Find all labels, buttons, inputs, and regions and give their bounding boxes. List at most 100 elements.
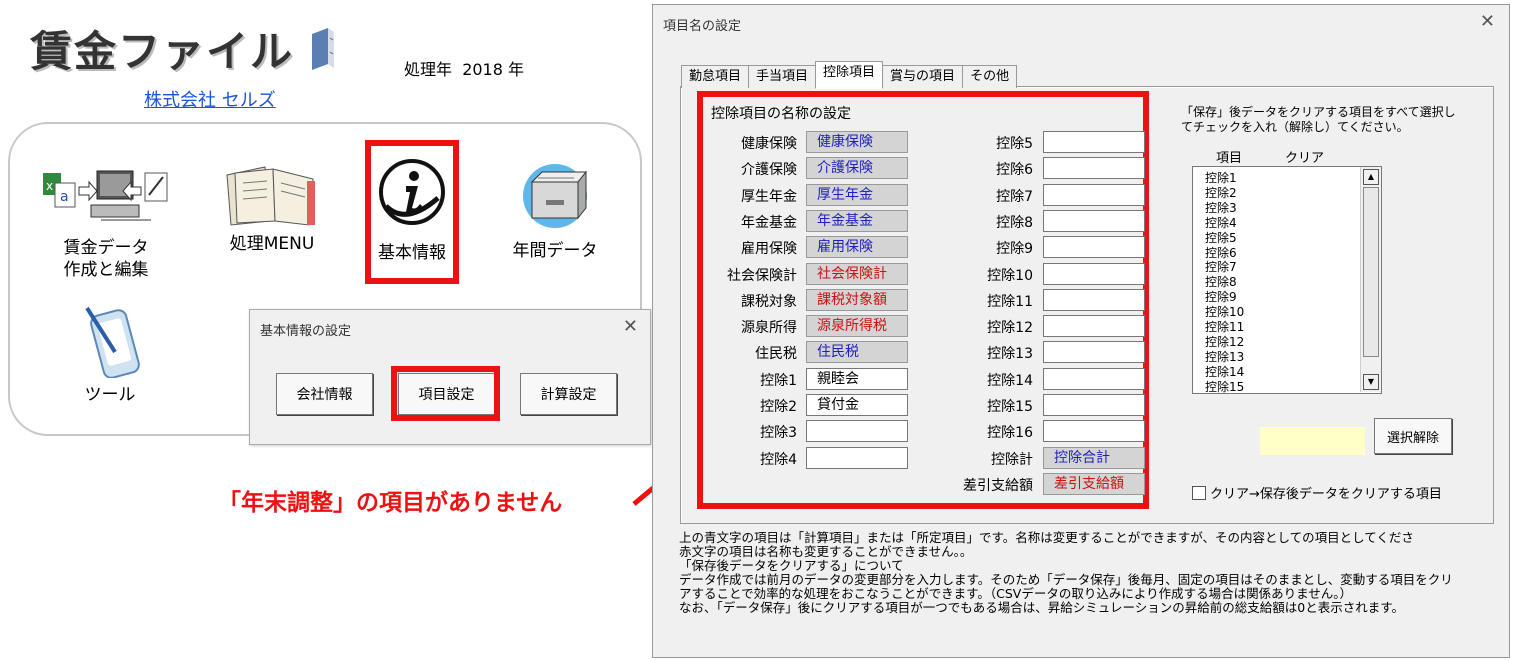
field-label: 介護保険 [741,162,797,179]
field-label: 控除1 [760,372,797,389]
pen-tablet-icon [85,306,140,378]
book-icon [312,28,334,70]
name-input[interactable] [806,420,908,443]
deselect-button[interactable]: 選択解除 [1374,418,1452,454]
scroll-up-icon[interactable]: ▲ [1363,169,1379,185]
menu-wage-data[interactable]: x a 賃金データ 作成と編集 [36,165,176,281]
tab-other[interactable]: その他 [962,65,1018,88]
list-item[interactable]: 控除1 [1205,171,1237,186]
field-label: 控除13 [987,346,1033,363]
name-readonly-field: 健康保険 [806,131,908,153]
name-input[interactable] [1043,394,1145,416]
list-item[interactable]: 控除4 [1205,216,1237,231]
item-name-dialog-title: 項目名の設定 [663,19,742,34]
list-item[interactable]: 控除10 [1205,305,1244,320]
list-header-clear: クリア [1285,151,1325,166]
field-label: 源泉所得 [741,320,797,337]
file-cabinet-icon [523,164,588,228]
clear-checkbox-label: クリア→保存後データをクリアする項目 [1210,487,1442,502]
processing-year: 処理年 2018 年 [404,56,524,80]
tab-strip: 勤怠項目 手当項目 控除項目 賞与の項目 その他 [681,61,1018,89]
scroll-down-icon[interactable]: ▼ [1363,374,1379,390]
list-item[interactable]: 控除6 [1205,246,1237,261]
name-input[interactable] [1043,131,1145,153]
menu-annual-data[interactable]: 年間データ [500,160,610,262]
group-title: 控除項目の名称の設定 [711,106,851,122]
list-item[interactable]: 控除9 [1205,290,1237,305]
name-input[interactable] [1043,420,1145,443]
name-readonly-field: 課税対象額 [806,288,908,311]
field-label: 控除14 [987,372,1033,389]
name-input[interactable] [1043,367,1145,390]
menu-annual-data-label: 年間データ [512,241,598,261]
field-label: 社会保険計 [727,267,797,284]
company-info-button[interactable]: 会社情報 [276,373,373,415]
name-input[interactable]: 親睦会 [806,367,908,390]
list-item[interactable]: 控除5 [1205,231,1237,246]
clear-item-list[interactable]: 控除1 控除2 控除3 控除4 控除5 控除6 控除7 控除8 控除9 控除10 控除11 控除12 控… [1192,166,1382,394]
list-item[interactable]: 控除2 [1205,186,1237,201]
list-item[interactable]: 控除3 [1205,201,1237,216]
app-title: 賃金ファイル [30,27,295,76]
note-line: データ作成では前月のデータの変更部分を入力します。そのため「データ保存」後毎月、… [679,572,1453,587]
close-icon[interactable]: ✕ [623,316,638,337]
list-item[interactable]: 控除15 [1205,380,1244,393]
checkbox-icon[interactable] [1192,485,1206,500]
menu-tools-label: ツール [84,385,136,405]
list-item[interactable]: 控除13 [1205,350,1244,365]
tab-attendance[interactable]: 勤怠項目 [681,65,750,88]
annotation-callout: 「年末調整」の項目がありません [218,490,563,516]
note-line: 上の青文字の項目は「計算項目」または「所定項目」です。名称は変更することができま… [679,530,1414,545]
field-label: 健康保険 [741,136,797,152]
name-input[interactable] [1043,157,1145,180]
list-item[interactable]: 控除8 [1205,275,1237,290]
name-input[interactable]: 貸付金 [806,394,908,416]
list-item[interactable]: 控除12 [1205,335,1244,350]
menu-processing[interactable]: 処理MENU [212,165,332,255]
name-readonly-field: 雇用保険 [806,236,908,259]
field-label: 控除計 [991,451,1033,468]
field-label: 控除12 [987,320,1033,337]
menu-tools[interactable]: ツール [62,302,158,406]
name-input[interactable] [806,446,908,469]
name-input[interactable] [1043,262,1145,285]
list-item[interactable]: 控除14 [1205,365,1244,380]
clear-checkbox[interactable]: クリア→保存後データをクリアする項目 [1192,483,1442,502]
field-label: 控除2 [760,399,797,415]
name-input[interactable] [1043,315,1145,338]
menu-processing-label: 処理MENU [229,234,315,254]
field-label: 控除6 [996,162,1033,179]
name-input[interactable] [1043,209,1145,232]
list-item[interactable]: 控除7 [1205,260,1237,275]
close-icon[interactable]: ✕ [1480,11,1495,32]
field-label: 控除3 [760,425,797,442]
list-scrollbar[interactable]: ▲ ▼ [1360,167,1381,392]
tab-bonus[interactable]: 賞与の項目 [882,65,964,88]
field-label: 住民税 [755,346,797,363]
basic-info-highlight [365,140,459,284]
name-input[interactable] [1043,288,1145,311]
name-readonly-field: 差引支給額 [1043,472,1145,495]
name-input[interactable] [1043,341,1145,364]
field-label: 控除4 [760,451,797,468]
field-label: 雇用保険 [741,241,797,258]
svg-text:a: a [60,189,69,205]
company-link[interactable]: 株式会社 セルズ [144,86,276,112]
clear-instruction: 「保存」後データをクリアする項目をすべて選択してチェックを入れ（解除し）てくださ… [1181,105,1456,134]
list-item[interactable]: 控除11 [1205,320,1244,335]
note-line: なお、「データ保存」後にクリアする項目が一つでもある場合は、昇給シミュレーション… [679,600,1404,615]
name-readonly-field: 厚生年金 [806,183,908,206]
scroll-thumb[interactable] [1363,187,1379,357]
field-label: 控除5 [996,136,1033,152]
tab-deduction[interactable]: 控除項目 [815,61,884,89]
field-label: 厚生年金 [741,188,797,205]
name-readonly-field: 住民税 [806,341,908,364]
field-label: 年金基金 [741,214,797,231]
calc-settings-button[interactable]: 計算設定 [520,373,617,415]
tab-allowance[interactable]: 手当項目 [748,65,817,88]
field-label: 控除15 [987,399,1033,415]
name-input[interactable] [1043,183,1145,206]
selection-indicator [1260,427,1365,455]
name-input[interactable] [1043,236,1145,259]
books-icon [226,166,315,226]
